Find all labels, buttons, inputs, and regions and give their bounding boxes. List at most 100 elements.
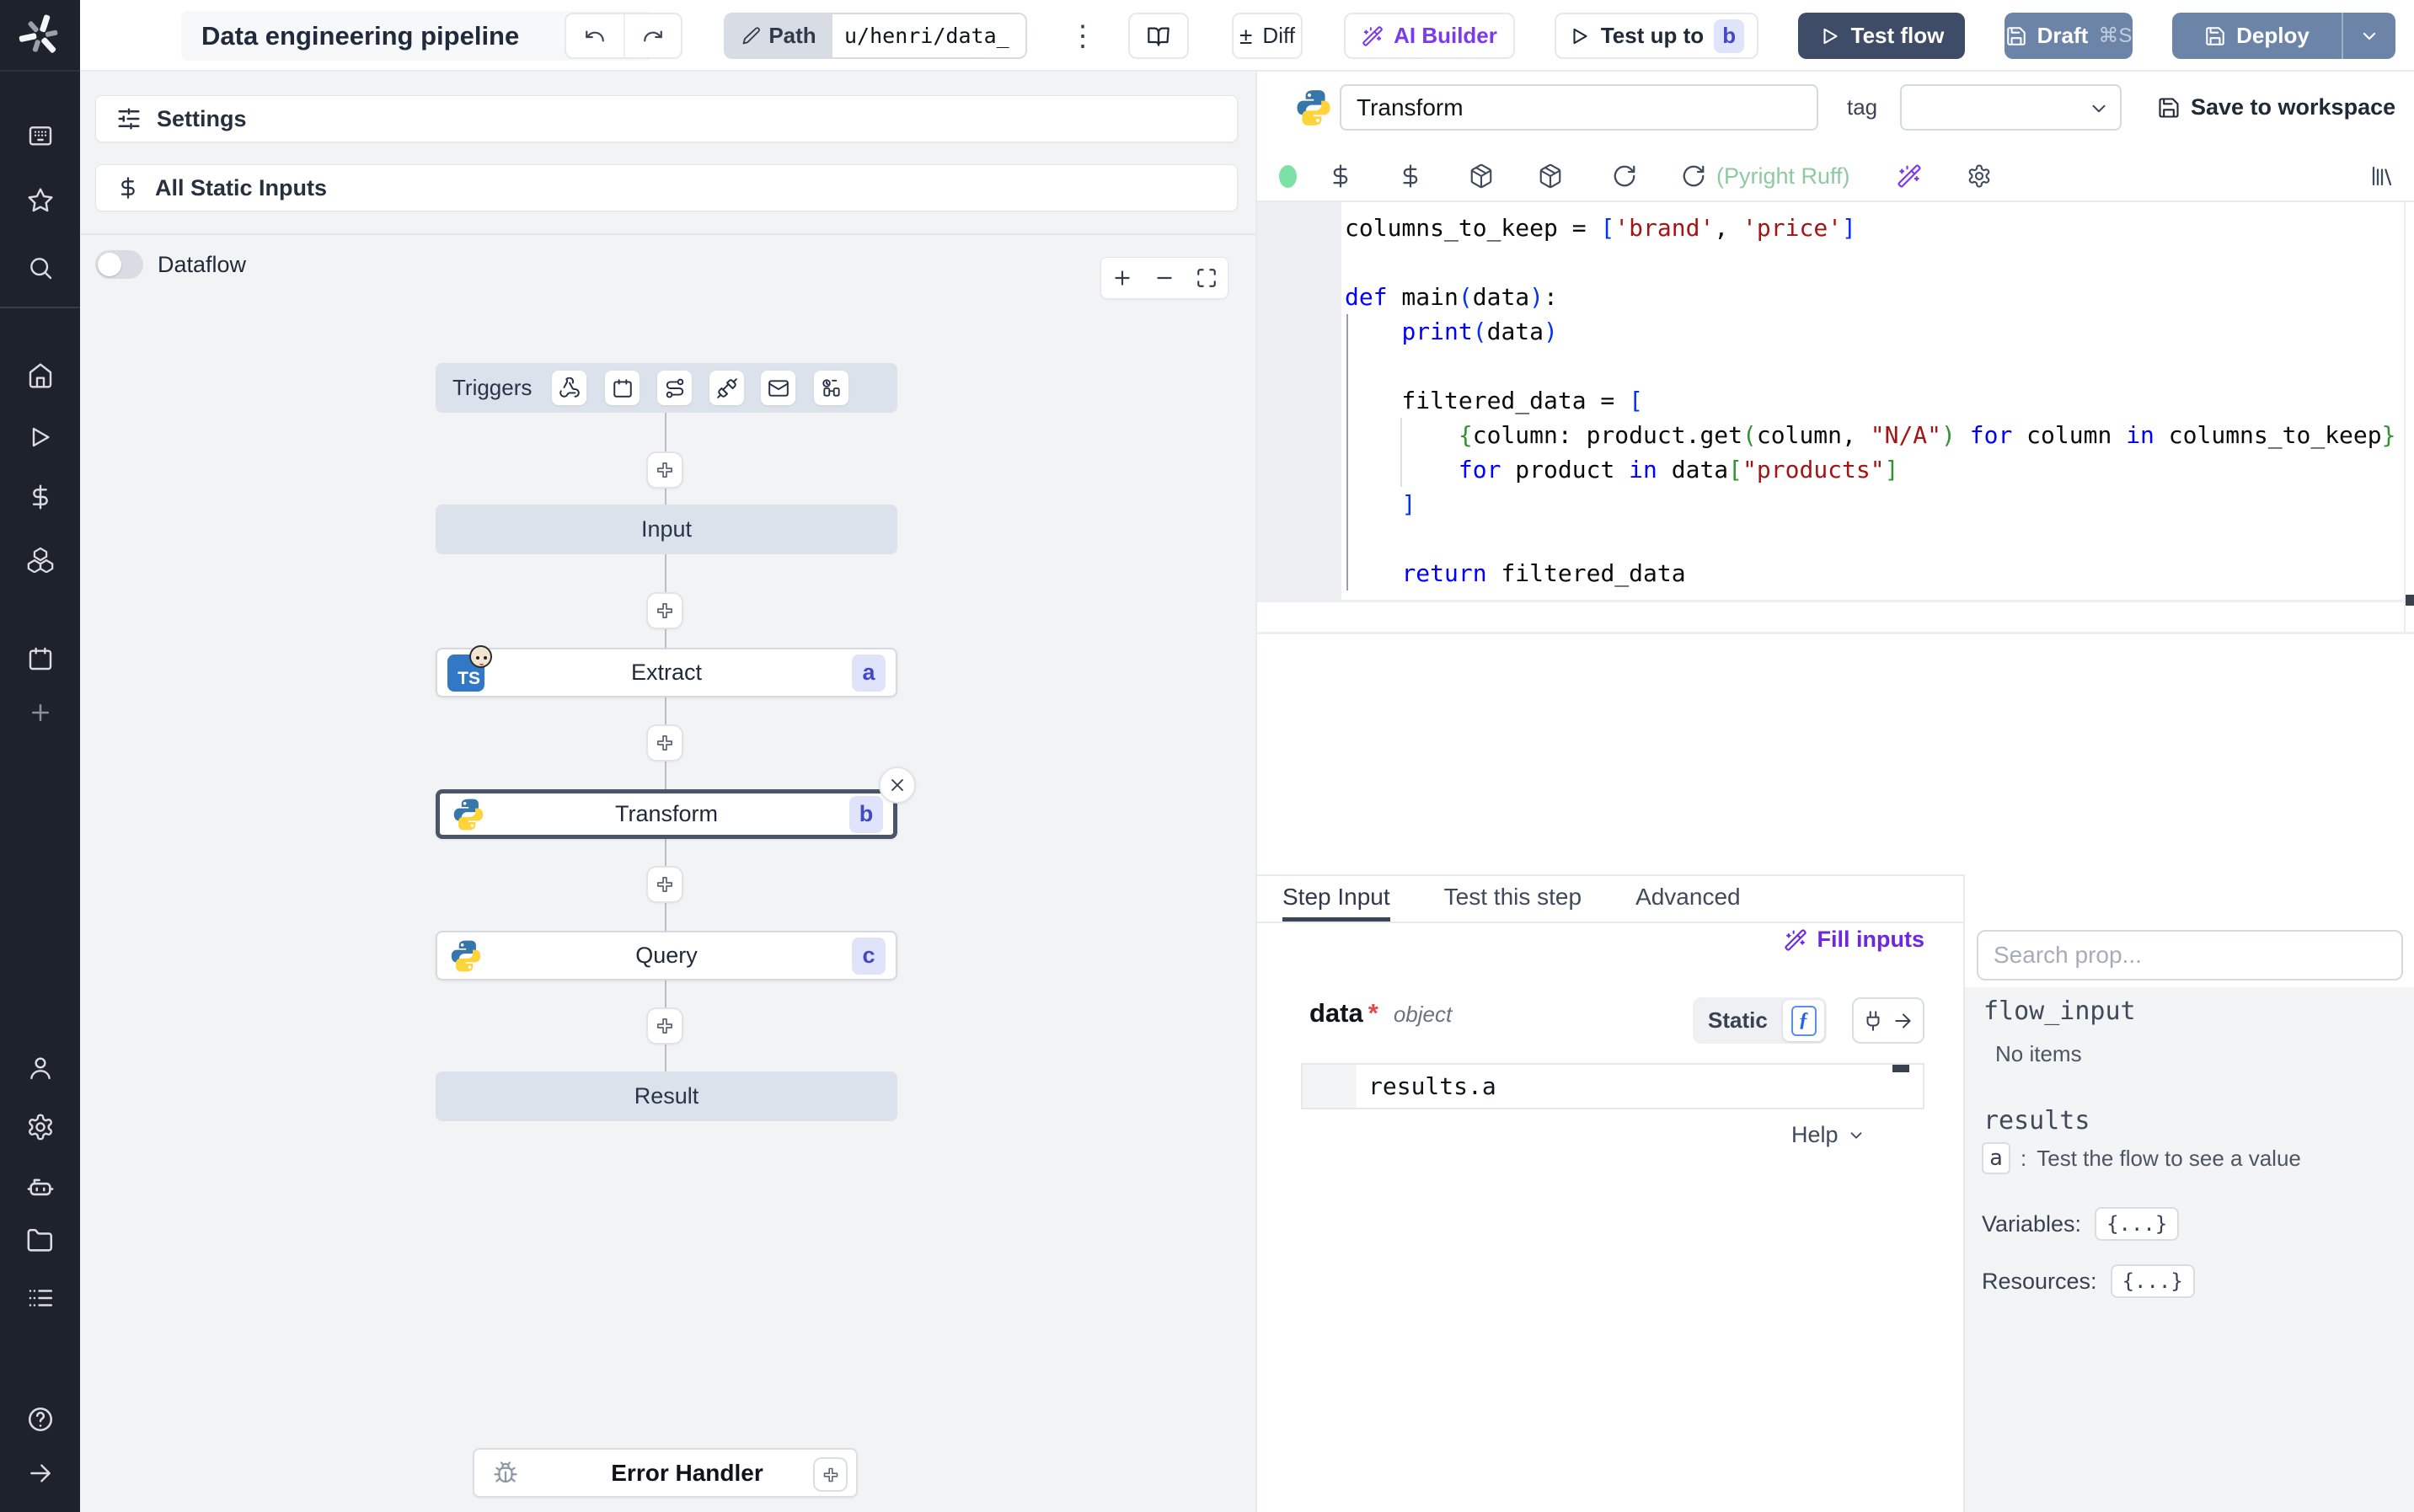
add-step-button[interactable] [646,866,683,903]
editor-settings-button[interactable] [1967,163,1992,193]
sidebar-item-expand[interactable] [0,1455,80,1492]
resources-value-badge[interactable]: {...} [2110,1264,2195,1298]
schedule-trigger-button[interactable] [605,371,640,405]
sidebar-item-search[interactable] [0,249,80,286]
tag-select[interactable] [1900,84,2122,131]
help-button[interactable]: Help [1791,1122,1865,1148]
flow-input-section-label[interactable]: flow_input [1983,996,2136,1026]
sidebar-item-workers[interactable] [0,1167,80,1205]
plus-outline-icon [657,603,672,618]
ai-builder-button[interactable]: AI Builder [1344,13,1515,59]
connect-input-button[interactable] [1852,997,1924,1044]
sidebar-item-folders[interactable] [0,1222,80,1259]
more-menu-button[interactable]: ⋮ [1064,13,1101,59]
input-expression-editor[interactable]: results.a [1301,1063,1924,1109]
step-editor-panel: tag Save to workspace (Pyright Ruff) col… [1255,72,2414,1512]
search-prop-input[interactable] [1977,930,2403,980]
variables-value-badge[interactable]: {...} [2095,1207,2180,1241]
email-trigger-button[interactable] [761,371,795,405]
variable-picker-button[interactable] [1328,163,1353,193]
python-icon [451,940,481,971]
sidebar-item-logs[interactable] [0,1280,80,1317]
resize-handle[interactable] [2406,595,2414,606]
error-handler-node[interactable]: Error Handler [473,1448,858,1498]
typescript-bun-icon: TS [447,644,492,692]
zoom-out-button[interactable] [1153,267,1175,289]
tab-test-this-step[interactable]: Test this step [1444,876,1582,922]
all-static-inputs-card[interactable]: All Static Inputs [95,164,1238,211]
reset-picker-button[interactable] [1538,163,1563,193]
deploy-button[interactable]: Deploy [2172,13,2395,59]
step-name-input[interactable] [1340,84,1818,131]
sidebar-item-add[interactable] [0,694,80,731]
add-step-button[interactable] [646,451,683,489]
result-key-badge[interactable]: a [1982,1142,2010,1174]
sidebar-item-variables[interactable] [0,478,80,516]
result-node[interactable]: Result [436,1071,897,1121]
deselect-step-button[interactable] [879,767,916,804]
resource-picker-button[interactable] [1469,163,1494,193]
fill-inputs-button[interactable]: Fill inputs [1257,927,1924,953]
zoom-in-button[interactable] [1111,267,1133,289]
step-node-extract[interactable]: TS Extract a [436,644,897,697]
add-step-button[interactable] [646,724,683,761]
step-node-query[interactable]: Query c [436,931,897,980]
flow-canvas[interactable]: Settings All Static Inputs Dataflow Trig… [80,72,1255,1512]
result-item-row[interactable]: a : Test the flow to see a value [1982,1142,2301,1174]
ai-assistant-button[interactable] [1897,163,1922,193]
docs-button[interactable] [1128,13,1189,59]
javascript-mode-button[interactable]: ƒ [1783,1000,1824,1041]
tab-advanced[interactable]: Advanced [1635,876,1741,922]
results-section-label[interactable]: results [1983,1106,2090,1135]
deploy-dropdown-button[interactable] [2343,26,2395,46]
dataflow-toggle[interactable] [95,250,143,279]
sidebar-item-schedules[interactable] [0,640,80,677]
save-to-workspace-button[interactable]: Save to workspace [2157,84,2395,131]
webhook-trigger-button[interactable] [552,371,586,405]
tab-step-input[interactable]: Step Input [1282,876,1390,922]
input-node[interactable]: Input [436,505,897,554]
triggers-node[interactable]: Triggers [436,363,897,413]
all-static-inputs-label: All Static Inputs [155,174,328,200]
sidebar-item-help[interactable] [0,1401,80,1438]
add-step-button[interactable] [646,1007,683,1045]
reload-lsp-button[interactable] [1681,163,1706,193]
sidebar-item-apps[interactable] [0,118,80,155]
websocket-trigger-button[interactable] [709,371,744,405]
path-value[interactable]: u/henri/data_ [832,14,1025,57]
sidebar-item-account[interactable] [0,1050,80,1087]
gear-icon [28,1114,52,1141]
sidebar-item-resources[interactable] [0,540,80,577]
sidebar-item-favorites[interactable] [0,182,80,219]
deploy-main[interactable]: Deploy [2172,23,2342,49]
step-id-badge: c [852,937,886,975]
diff-button[interactable]: ± Diff [1232,13,1303,59]
windmill-logo[interactable] [0,0,80,72]
path-control[interactable]: Path u/henri/data_ [724,13,1027,59]
redo-button[interactable] [623,14,681,57]
star-icon [27,188,53,212]
draft-button[interactable]: Draft ⌘S [2005,13,2133,59]
calendar-icon [613,378,632,398]
library-panel-button[interactable] [2369,163,2395,193]
step-node-transform[interactable]: Transform b [436,789,897,839]
test-flow-button[interactable]: Test flow [1798,13,1965,59]
reload-button[interactable] [1612,163,1637,193]
route-trigger-button[interactable] [657,371,692,405]
sidebar-item-runs[interactable] [0,419,80,456]
input-mode-toggle[interactable]: Static ƒ [1693,997,1827,1044]
expression-value[interactable]: results.a [1368,1065,1496,1108]
fit-view-button[interactable] [1196,267,1218,289]
contextual-variable-button[interactable] [1398,163,1423,193]
flow-settings-card[interactable]: Settings [95,95,1238,142]
test-up-to-button[interactable]: Test up to b [1555,13,1758,59]
add-step-button[interactable] [646,592,683,629]
sidebar-item-home[interactable] [0,357,80,394]
add-error-handler-button[interactable] [813,1457,848,1492]
sidebar-item-settings[interactable] [0,1109,80,1146]
poll-trigger-button[interactable] [814,371,848,405]
undo-button[interactable] [566,14,624,57]
code-editor[interactable]: columns_to_keep = ['brand', 'price'] def… [1257,202,2414,600]
code-content[interactable]: columns_to_keep = ['brand', 'price'] def… [1345,211,2395,590]
save-icon [2159,97,2179,118]
